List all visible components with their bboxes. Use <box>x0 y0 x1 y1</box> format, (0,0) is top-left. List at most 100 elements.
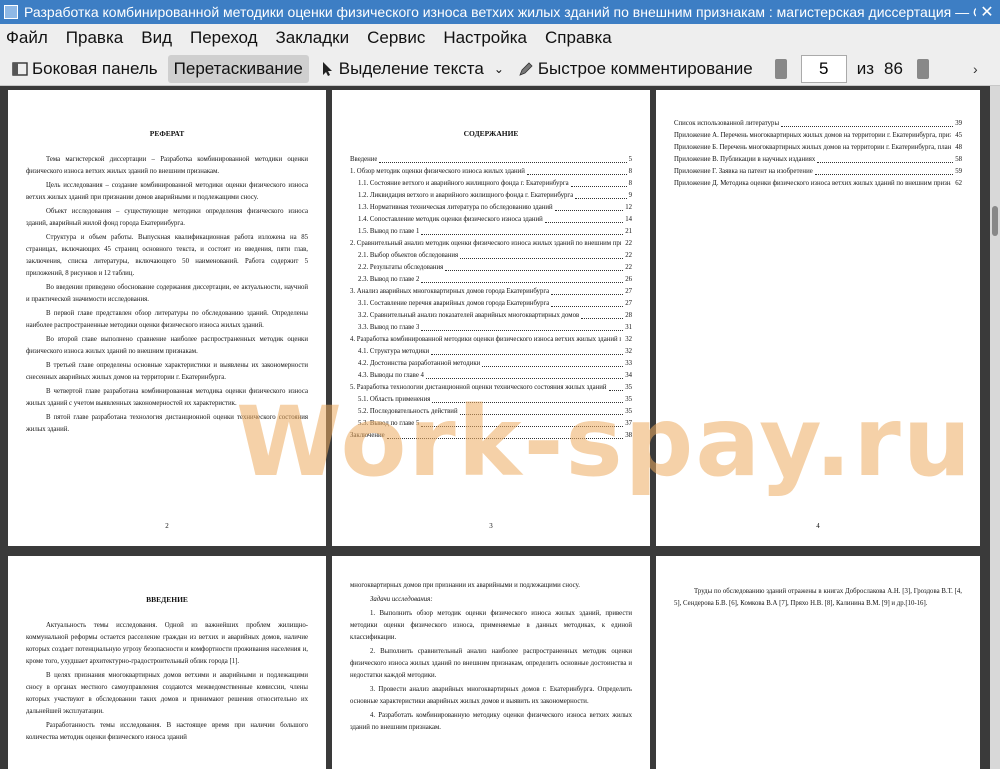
toc-entry[interactable]: 3.1. Составление перечня аварийных домов… <box>350 298 632 310</box>
chevron-down-icon[interactable]: ⌄ <box>494 62 504 76</box>
toc-entry[interactable]: Введение 5 <box>350 154 632 166</box>
toc-entry-title: 1.5. Вывод по главе 1 <box>358 228 420 235</box>
toc-entry[interactable]: 3.3. Вывод по главе 3 31 <box>350 322 632 334</box>
toc-entry[interactable]: 1. Обзор методик оценки физического изно… <box>350 166 632 178</box>
toc-entry-page: 22 <box>625 264 632 271</box>
toc-entry-title: 4. Разработка комбинированной методики о… <box>350 336 621 343</box>
toc-entry[interactable]: 1.1. Состояние ветхого и аварийного жили… <box>350 178 632 190</box>
window-titlebar: Разработка комбинированной методики оцен… <box>0 0 1000 24</box>
toc-entry[interactable]: 3. Анализ аварийных многоквартирных домо… <box>350 286 632 298</box>
toc-leader-dots <box>781 118 954 127</box>
toc-entry[interactable]: Список использованной литературы 39 <box>674 118 962 130</box>
drag-mode-label: Перетаскивание <box>173 58 303 78</box>
toc-entry-title: Введение <box>350 156 378 163</box>
menu-file[interactable]: Файл <box>6 28 48 48</box>
toc-entry-title: 2.3. Вывод по главе 2 <box>358 276 420 283</box>
toc-entry[interactable]: 1.3. Нормативная техническая литература … <box>350 202 632 214</box>
paragraph: Тема магистерской диссертации – Разработ… <box>26 156 308 175</box>
toolbar-overflow-icon[interactable]: › <box>973 61 978 77</box>
page-total-label: 86 <box>884 58 903 78</box>
toc-entry-page: 22 <box>625 252 632 259</box>
toc-entry-title: 1. Обзор методик оценки физического изно… <box>350 168 525 175</box>
toc-entry-page: 34 <box>625 372 632 379</box>
toc-entry[interactable]: Заключение 38 <box>350 430 632 442</box>
toc-leader-dots <box>526 166 627 175</box>
menu-edit[interactable]: Правка <box>66 28 123 48</box>
main-toolbar: Боковая панель Перетаскивание Выделение … <box>0 52 1000 86</box>
page-3: СОДЕРЖАНИЕ Введение 5 1. Обзор методик оце… <box>332 90 650 546</box>
toc-leader-dots <box>482 358 624 367</box>
text-select-label: Выделение текста <box>338 58 484 78</box>
scrollbar-thumb[interactable] <box>992 206 998 236</box>
toc-entry-page: 62 <box>955 180 962 187</box>
menu-bookmarks[interactable]: Закладки <box>276 28 350 48</box>
toc-leader-dots <box>425 370 624 379</box>
close-window-icon[interactable]: ✕ <box>976 1 998 23</box>
page-7: Труды по обследованию зданий отражены в … <box>656 556 980 769</box>
cursor-icon <box>322 61 332 76</box>
toc-entry[interactable]: 5. Разработка технологии дистанционной о… <box>350 382 632 394</box>
toc-entry[interactable]: 2.1. Выбор объектов обследования 22 <box>350 250 632 262</box>
toc-entry-page: 14 <box>625 216 632 223</box>
toc-entry-title: 1.1. Состояние ветхого и аварийного жили… <box>358 180 569 187</box>
toc-entry[interactable]: 4. Разработка комбинированной методики о… <box>350 334 632 346</box>
toc-entry[interactable]: 5.1. Область применения 35 <box>350 394 632 406</box>
quick-annotate-button[interactable]: Быстрое комментирование <box>514 55 757 83</box>
toc-entry[interactable]: Приложение Д. Методика оценки физическог… <box>674 178 962 190</box>
document-viewport[interactable]: РЕФЕРАТ Тема магистерской диссертации – … <box>0 86 1000 769</box>
toc-leader-dots <box>459 406 624 415</box>
toc-entry[interactable]: 4.1. Структура методики 32 <box>350 346 632 358</box>
page-2: РЕФЕРАТ Тема магистерской диссертации – … <box>8 90 326 546</box>
toc-entry-page: 21 <box>625 228 632 235</box>
page-number-input[interactable]: 5 <box>800 54 847 83</box>
toc-entry[interactable]: 4.2. Достоинства разработанной методики 3… <box>350 358 632 370</box>
toc-entry[interactable]: 1.4. Сопоставление методик оценки физиче… <box>350 214 632 226</box>
toc-entry[interactable]: Приложение Г. Заявка на патент на изобре… <box>674 166 962 178</box>
menu-help[interactable]: Справка <box>545 28 612 48</box>
toc-entry[interactable]: 2.2. Результаты обследования 22 <box>350 262 632 274</box>
toc-entry-page: 45 <box>955 132 962 139</box>
text-select-button[interactable]: Выделение текста ⌄ <box>315 55 508 83</box>
toc-leader-dots <box>544 214 624 223</box>
toc-entry-page: 39 <box>955 120 962 127</box>
paragraph: Труды по обследованию зданий отражены в … <box>674 588 962 607</box>
toc-leader-dots <box>379 154 627 163</box>
toc-leader-dots <box>581 310 624 319</box>
toc-entry[interactable]: Приложение В. Публикации в научных издан… <box>674 154 962 166</box>
toc-entry[interactable]: 5.3. Вывод по главе 5 37 <box>350 418 632 430</box>
toc-entry[interactable]: 2.3. Вывод по главе 2 26 <box>350 274 632 286</box>
toc-entry[interactable]: 1.5. Вывод по главе 1 21 <box>350 226 632 238</box>
toc-entry-page: 58 <box>955 156 962 163</box>
menu-go[interactable]: Переход <box>190 28 258 48</box>
sidebar-toggle-button[interactable]: Боковая панель <box>8 55 162 83</box>
toc-entry-title: Заключение <box>350 432 385 439</box>
toc-entry-title: Приложение Б. Перечень многоквартирных ж… <box>674 144 952 151</box>
window-title: Разработка комбинированной методики оцен… <box>24 4 976 20</box>
toc-entry-title: 3.3. Вывод по главе 3 <box>358 324 420 331</box>
toc-entry-title: 5.3. Вывод по главе 5 <box>358 420 420 427</box>
toc-entry[interactable]: 4.3. Выводы по главе 4 34 <box>350 370 632 382</box>
menu-settings[interactable]: Настройка <box>443 28 527 48</box>
next-page-icon[interactable] <box>916 58 929 79</box>
toc-entry[interactable]: Приложение А. Перечень многоквартирных ж… <box>674 130 962 142</box>
menu-tools[interactable]: Сервис <box>367 28 425 48</box>
toc-entry-title: 4.2. Достоинства разработанной методики <box>358 360 481 367</box>
toc-entry-title: 5. Разработка технологии дистанционной о… <box>350 384 607 391</box>
paragraph: В третьей главе определены основные хара… <box>26 362 308 381</box>
menu-view[interactable]: Вид <box>141 28 172 48</box>
page-number: 3 <box>489 522 493 530</box>
toc-entry[interactable]: 5.2. Последовательность действий 35 <box>350 406 632 418</box>
toc-entry[interactable]: 1.2. Ликвидация ветхого и аварийного жил… <box>350 190 632 202</box>
toc-leader-dots <box>421 418 624 427</box>
vertical-scrollbar[interactable] <box>990 86 1000 769</box>
toc-entry[interactable]: 2. Сравнительный анализ методик оценки ф… <box>350 238 632 250</box>
toc-entry[interactable]: Приложение Б. Перечень многоквартирных ж… <box>674 142 962 154</box>
drag-mode-button[interactable]: Перетаскивание <box>167 54 309 83</box>
toc-entry-page: 26 <box>625 276 632 283</box>
toc-entry[interactable]: 3.2. Сравнительный анализ показателей ав… <box>350 310 632 322</box>
previous-page-icon[interactable] <box>774 58 787 79</box>
toc-entry-title: 1.4. Сопоставление методик оценки физиче… <box>358 216 543 223</box>
sidebar-toggle-label: Боковая панель <box>32 58 158 78</box>
toc-leader-dots <box>432 394 624 403</box>
paragraph: Разработанность темы исследования. В нас… <box>26 722 308 741</box>
